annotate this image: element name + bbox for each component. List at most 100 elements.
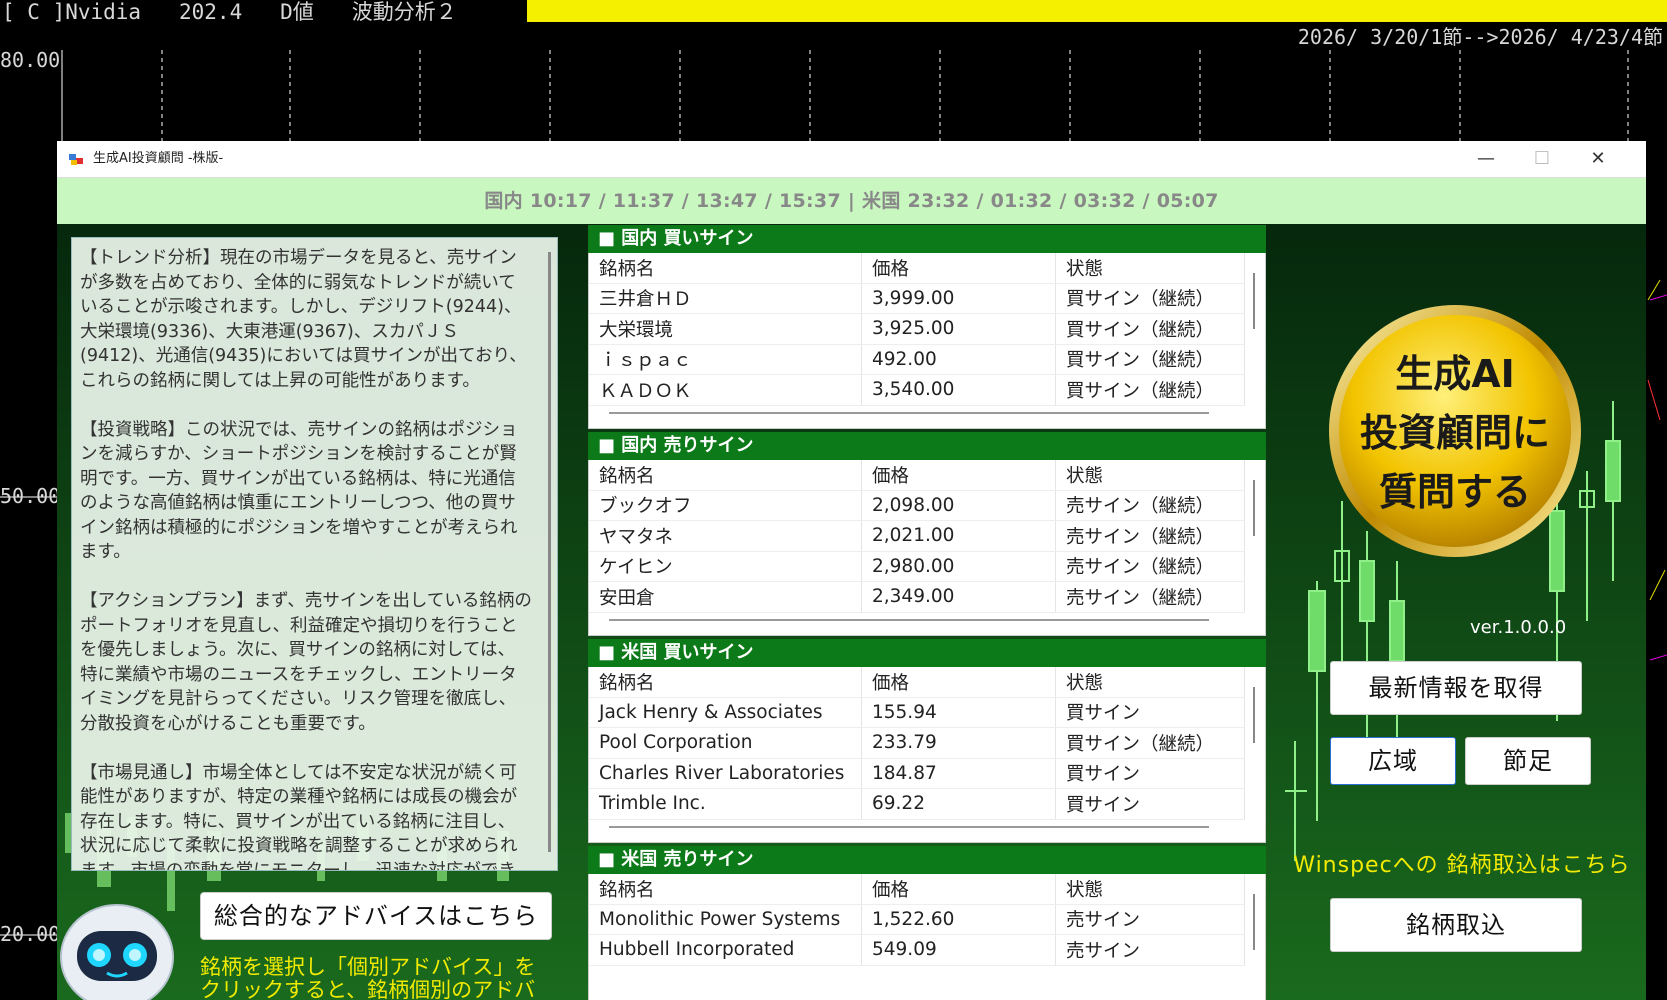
stock-name: Jack Henry & Associates <box>589 697 862 728</box>
app-icon <box>69 154 83 165</box>
domestic-sell-signals: ■ 国内 売りサイン 銘柄名 価格 状態 ブックオフ 2,098.00 売サイン… <box>588 432 1266 636</box>
stock-status: 買サイン <box>1055 697 1245 728</box>
window-title: 生成AI投資顧問 -株版- <box>93 151 224 166</box>
vertical-scrollbar[interactable] <box>1253 894 1255 950</box>
advice-panel[interactable]: 【トレンド分析】現在の市場データを見ると、売サインが多数を占めており、全体的に弱… <box>71 237 558 871</box>
table-row[interactable]: ヤマタネ 2,021.00 売サイン（継続） <box>589 520 1245 552</box>
stock-price: 184.87 <box>861 758 1056 789</box>
advice-scrollbar[interactable] <box>548 252 551 852</box>
column-header: 銘柄名 <box>589 460 862 491</box>
table-header-row: 銘柄名 価格 状態 <box>589 460 1245 491</box>
stock-price: 69.22 <box>861 788 1056 820</box>
badge-line: 投資顧問に <box>1360 411 1550 455</box>
stock-name: Pool Corporation <box>589 727 862 759</box>
horizontal-scrollbar[interactable] <box>609 412 1209 414</box>
table-row[interactable]: Monolithic Power Systems 1,522.60 売サイン <box>589 904 1245 935</box>
minimize-button[interactable]: — <box>1458 141 1514 177</box>
chart-title: [ C ]Nvidia 202.4 D値 波動分析２ <box>0 0 522 24</box>
stock-status: 売サイン（継続） <box>1055 581 1245 613</box>
column-header: 価格 <box>861 253 1056 284</box>
table-title: ■ 国内 売りサイン <box>588 432 1266 460</box>
stock-name: ケイヒン <box>589 551 862 582</box>
stock-status: 買サイン <box>1055 788 1245 820</box>
badge-line: 生成AI <box>1395 352 1515 396</box>
table-row[interactable]: ＫＡＤＯＫ 3,540.00 買サイン（継続） <box>589 374 1245 406</box>
vertical-scrollbar[interactable] <box>1253 273 1255 329</box>
table-title: ■ 米国 売りサイン <box>588 846 1266 874</box>
advisor-window: 生成AI投資顧問 -株版- — ☐ ✕ 国内 10:17 / 11:37 / 1… <box>57 141 1646 1000</box>
node-button[interactable]: 節足 <box>1465 737 1591 785</box>
column-header: 価格 <box>861 460 1056 491</box>
stock-price: 492.00 <box>861 344 1056 375</box>
column-header: 銘柄名 <box>589 253 862 284</box>
stock-status: 買サイン（継続） <box>1055 727 1245 759</box>
stock-price: 2,098.00 <box>861 490 1056 521</box>
stock-status: 買サイン（継続） <box>1055 344 1245 375</box>
horizontal-scrollbar[interactable] <box>609 619 1209 621</box>
stock-name: 安田倉 <box>589 581 862 613</box>
column-header: 価格 <box>861 874 1056 905</box>
table-row[interactable]: Pool Corporation 233.79 買サイン（継続） <box>589 727 1245 759</box>
stock-name: ｉｓｐａｃ <box>589 344 862 375</box>
general-advice-button[interactable]: 総合的なアドバイスはこちら <box>200 892 552 940</box>
stock-status: 買サイン（継続） <box>1055 283 1245 314</box>
close-button[interactable]: ✕ <box>1570 141 1626 177</box>
badge-line: 質問する <box>1379 470 1531 514</box>
stock-name: 三井倉ＨＤ <box>589 283 862 314</box>
column-header: 状態 <box>1055 460 1245 491</box>
stock-name: 大栄環境 <box>589 313 862 345</box>
wide-area-button[interactable]: 広域 <box>1330 737 1456 785</box>
stock-name: ブックオフ <box>589 490 862 521</box>
table-row[interactable]: Charles River Laboratories 184.87 買サイン <box>589 758 1245 789</box>
column-header: 銘柄名 <box>589 874 862 905</box>
table-row[interactable]: ｉｓｐａｃ 492.00 買サイン（継続） <box>589 344 1245 375</box>
table-row[interactable]: ケイヒン 2,980.00 売サイン（継続） <box>589 551 1245 582</box>
stock-name: Monolithic Power Systems <box>589 904 862 935</box>
table-row[interactable]: ブックオフ 2,098.00 売サイン（継続） <box>589 490 1245 521</box>
stock-status: 買サイン <box>1055 758 1245 789</box>
column-header: 状態 <box>1055 667 1245 698</box>
stock-status: 売サイン <box>1055 904 1245 935</box>
stock-status: 売サイン（継続） <box>1055 551 1245 582</box>
stock-name: Charles River Laboratories <box>589 758 862 789</box>
stock-price: 155.94 <box>861 697 1056 728</box>
advice-hint-text: 銘柄を選択し「個別アドバイス」をクリックすると、銘柄個別のアドバイスが表 <box>200 955 536 1000</box>
ask-ai-advisor-badge[interactable]: 生成AI 投資顧問に 質問する <box>1325 301 1585 561</box>
stock-price: 3,999.00 <box>861 283 1056 314</box>
horizontal-scrollbar[interactable] <box>609 826 1209 828</box>
advice-text: 【トレンド分析】現在の市場データを見ると、売サインが多数を占めており、全体的に弱… <box>80 248 532 871</box>
column-header: 銘柄名 <box>589 667 862 698</box>
table-title: ■ 国内 買いサイン <box>588 225 1266 253</box>
table-row[interactable]: 大栄環境 3,925.00 買サイン（継続） <box>589 313 1245 345</box>
stock-name: ＫＡＤＯＫ <box>589 374 862 406</box>
table-row[interactable]: 安田倉 2,349.00 売サイン（継続） <box>589 581 1245 613</box>
robot-mascot-icon <box>60 904 174 1000</box>
column-header: 状態 <box>1055 874 1245 905</box>
table-row[interactable]: Trimble Inc. 69.22 買サイン <box>589 788 1245 820</box>
table-header-row: 銘柄名 価格 状態 <box>589 874 1245 905</box>
table-title: ■ 米国 買いサイン <box>588 639 1266 667</box>
vertical-scrollbar[interactable] <box>1253 687 1255 743</box>
table-header-row: 銘柄名 価格 状態 <box>589 667 1245 698</box>
domestic-buy-signals: ■ 国内 買いサイン 銘柄名 価格 状態 三井倉ＨＤ 3,999.00 買サイン… <box>588 225 1266 429</box>
stock-price: 549.09 <box>861 934 1056 966</box>
market-times-bar: 国内 10:17 / 11:37 / 13:47 / 15:37 | 米国 23… <box>57 178 1646 224</box>
vertical-scrollbar[interactable] <box>1253 480 1255 536</box>
chart-date-range: 2026/ 3/20/1節-->2026/ 4/23/4節 <box>1297 25 1663 49</box>
table-row[interactable]: Hubbell Incorporated 549.09 売サイン <box>589 934 1245 966</box>
us-sell-signals: ■ 米国 売りサイン 銘柄名 価格 状態 Monolithic Power Sy… <box>588 846 1266 1000</box>
import-stocks-button[interactable]: 銘柄取込 <box>1330 898 1582 952</box>
stock-price: 2,021.00 <box>861 520 1056 552</box>
table-row[interactable]: Jack Henry & Associates 155.94 買サイン <box>589 697 1245 728</box>
table-row[interactable]: 三井倉ＨＤ 3,999.00 買サイン（継続） <box>589 283 1245 314</box>
chart-y-label: 50.00 <box>0 484 61 508</box>
stock-status: 買サイン（継続） <box>1055 374 1245 406</box>
stock-status: 売サイン（継続） <box>1055 520 1245 552</box>
chart-y-label: 20.00 <box>0 922 61 946</box>
stock-price: 3,925.00 <box>861 313 1056 345</box>
refresh-info-button[interactable]: 最新情報を取得 <box>1330 661 1582 715</box>
stock-status: 売サイン <box>1055 934 1245 966</box>
stock-price: 3,540.00 <box>861 374 1056 406</box>
maximize-button[interactable]: ☐ <box>1514 141 1570 177</box>
stock-price: 2,980.00 <box>861 551 1056 582</box>
